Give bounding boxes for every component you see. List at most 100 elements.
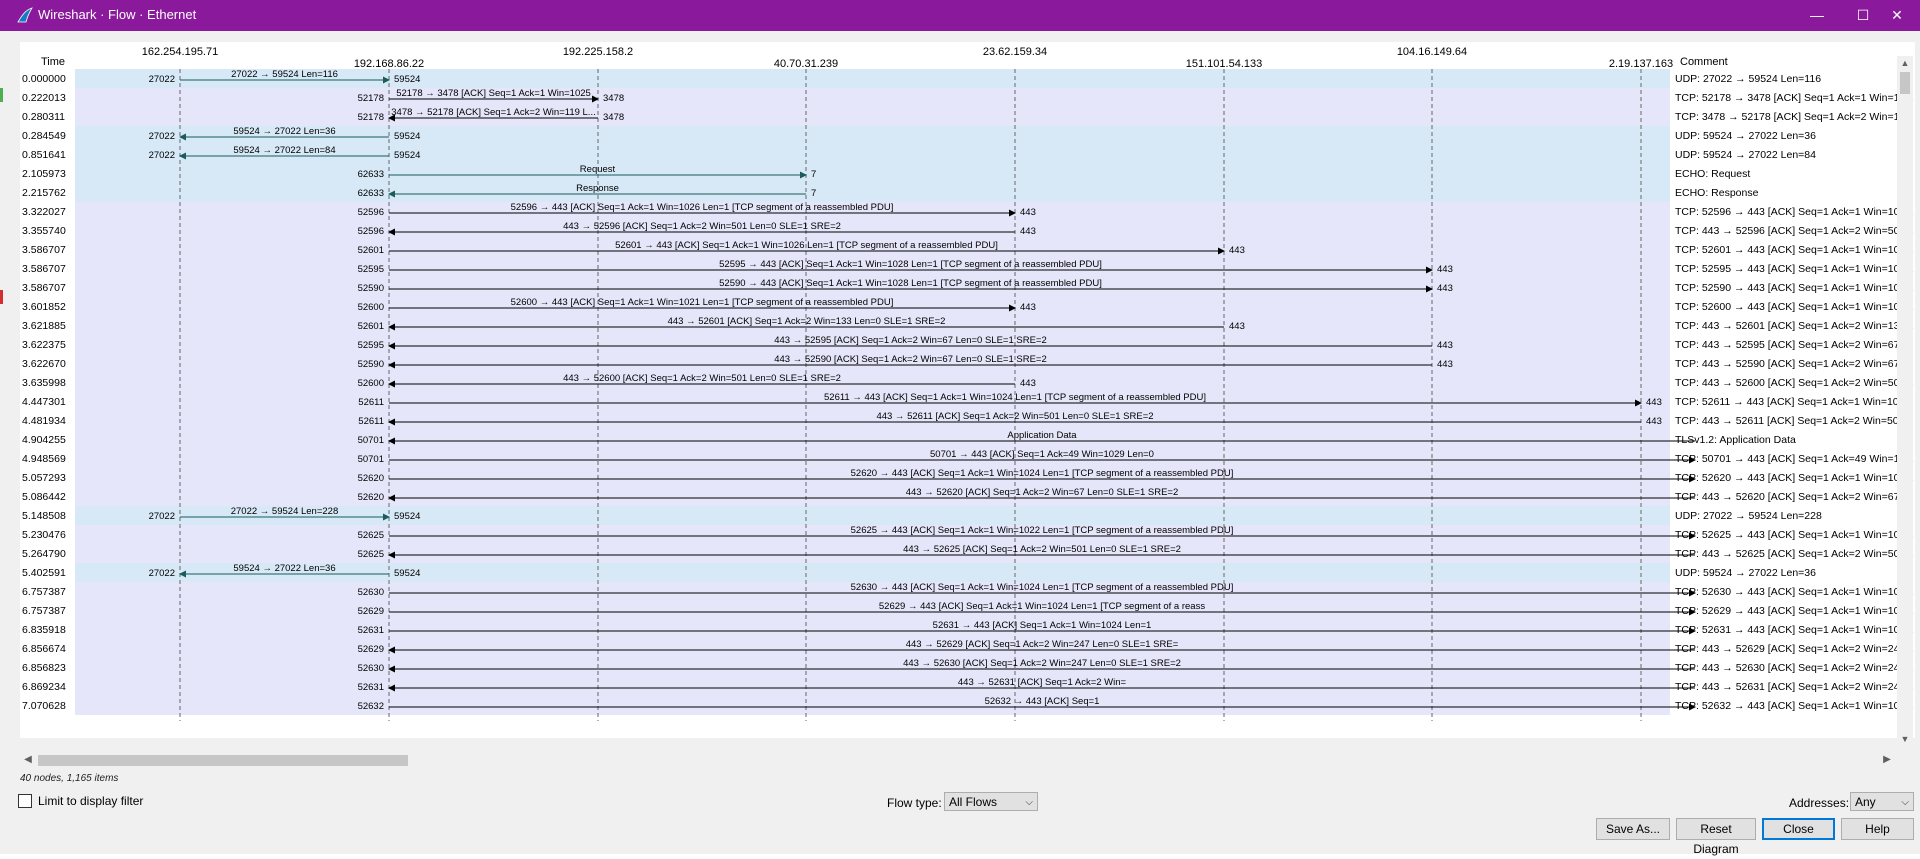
flow-row-bg[interactable] [75, 411, 1670, 430]
flow-comment: TCP: 50701 → 443 [ACK] Seq=1 Ack=49 Win=… [1675, 453, 1914, 465]
flow-row-bg[interactable] [75, 88, 1670, 107]
flow-comment: UDP: 27022 → 59524 Len=116 [1675, 73, 1821, 85]
flow-comment: TCP: 443 → 52630 [ACK] Seq=1 Ack=2 Win=2… [1675, 662, 1914, 674]
flow-right-port: 443 [1437, 283, 1453, 294]
help-button[interactable]: Help [1841, 818, 1914, 840]
flow-graph-canvas[interactable]: Time Comment 162.254.195.71 192.168.86.22 19… [20, 42, 1915, 738]
close-window-button[interactable]: ✕ [1874, 0, 1920, 31]
flow-comment: TCP: 443 → 52600 [ACK] Seq=1 Ack=2 Win=5… [1675, 377, 1914, 389]
flow-comment: TCP: 52611 → 443 [ACK] Seq=1 Ack=1 Win=1… [1675, 396, 1913, 408]
flow-row-bg[interactable] [75, 677, 1670, 696]
horizontal-scrollbar[interactable]: ◀ ▶ [20, 752, 1895, 768]
flow-comment: TCP: 443 → 52631 [ACK] Seq=1 Ack=2 Win=2… [1675, 681, 1914, 693]
flow-left-port: 27022 [149, 74, 175, 85]
flow-left-port: 27022 [149, 568, 175, 579]
flow-row-bg[interactable] [75, 639, 1670, 658]
flow-comment: TCP: 52629 → 443 [ACK] Seq=1 Ack=1 Win=1… [1675, 605, 1914, 617]
flow-diagram[interactable]: Time Comment 162.254.195.71 192.168.86.22 19… [20, 42, 1915, 738]
flow-right-port: 7 [811, 169, 816, 180]
flow-time: 4.481934 [22, 415, 66, 427]
close-button[interactable]: Close [1762, 818, 1835, 840]
addresses-value: Any [1855, 795, 1876, 809]
flow-row-bg[interactable] [75, 430, 1670, 449]
flow-time: 3.601852 [22, 301, 66, 313]
node-address-label: 151.101.54.133 [1186, 58, 1262, 70]
flow-time: 5.148508 [22, 510, 66, 522]
save-as-button[interactable]: Save As... [1596, 818, 1670, 840]
limit-to-display-filter[interactable]: Limit to display filter [18, 794, 143, 808]
horizontal-scroll-thumb[interactable] [38, 755, 408, 766]
flow-left-port: 27022 [149, 150, 175, 161]
reset-diagram-button[interactable]: Reset Diagram [1676, 818, 1756, 856]
flow-left-port: 52620 [358, 473, 384, 484]
flow-label: 52611 → 443 [ACK] Seq=1 Ack=1 Win=1024 L… [824, 392, 1206, 403]
wireshark-fin-icon [17, 7, 33, 23]
flow-comment: TCP: 52600 → 443 [ACK] Seq=1 Ack=1 Win=1… [1675, 301, 1914, 313]
flow-comment: TCP: 443 → 52611 [ACK] Seq=1 Ack=2 Win=5… [1675, 415, 1913, 427]
flow-right-port: 59524 [394, 511, 420, 522]
flow-row-bg[interactable] [75, 107, 1670, 126]
scroll-left-arrow-icon[interactable]: ◀ [20, 752, 36, 768]
flow-comment: UDP: 59524 → 27022 Len=36 [1675, 567, 1816, 579]
flow-left-port: 62633 [358, 188, 384, 199]
flow-time: 4.904255 [22, 434, 66, 446]
flow-left-port: 52600 [358, 302, 384, 313]
flow-label: 443 → 52600 [ACK] Seq=1 Ack=2 Win=501 Le… [563, 373, 841, 384]
scroll-down-arrow-icon[interactable]: ▼ [1897, 732, 1913, 746]
flow-time: 3.621885 [22, 320, 66, 332]
node-address-label: 104.16.149.64 [1397, 46, 1467, 58]
flow-row-bg[interactable] [75, 449, 1670, 468]
flow-row-bg[interactable] [75, 487, 1670, 506]
node-address-label: 40.70.31.239 [774, 58, 838, 70]
flow-row-bg[interactable] [75, 601, 1670, 620]
scroll-right-arrow-icon[interactable]: ▶ [1879, 752, 1895, 768]
flow-comment: UDP: 59524 → 27022 Len=84 [1675, 149, 1816, 161]
minimize-button[interactable]: — [1794, 0, 1840, 31]
flow-row-bg[interactable] [75, 696, 1670, 715]
flow-type-select[interactable]: All Flows ⌵ [944, 792, 1038, 811]
flow-label: 59524 → 27022 Len=36 [233, 563, 335, 574]
flow-label: 52601 → 443 [ACK] Seq=1 Ack=1 Win=1026 L… [615, 240, 998, 251]
background-window-edge [0, 290, 3, 304]
flow-row-bg[interactable] [75, 373, 1670, 392]
chevron-down-icon: ⌵ [1025, 797, 1033, 808]
vertical-scrollbar[interactable]: ▲ ▼ [1897, 56, 1913, 746]
flow-right-port: 443 [1437, 359, 1453, 370]
flow-row-bg[interactable] [75, 221, 1670, 240]
flow-comment: TCP: 443 → 52595 [ACK] Seq=1 Ack=2 Win=6… [1675, 339, 1911, 351]
flow-row-bg[interactable] [75, 544, 1670, 563]
flow-right-port: 443 [1646, 397, 1662, 408]
flow-label: 443 → 52596 [ACK] Seq=1 Ack=2 Win=501 Le… [563, 221, 841, 232]
flow-right-port: 443 [1020, 207, 1036, 218]
flow-time: 3.635998 [22, 377, 66, 389]
flow-time: 5.057293 [22, 472, 66, 484]
vertical-scroll-thumb[interactable] [1900, 72, 1910, 94]
flow-row-bg[interactable] [75, 658, 1670, 677]
addresses-select[interactable]: Any ⌵ [1850, 792, 1914, 811]
flow-comment: TCP: 443 → 52590 [ACK] Seq=1 Ack=2 Win=6… [1675, 358, 1911, 370]
flow-left-port: 50701 [358, 435, 384, 446]
flow-row-bg[interactable] [75, 164, 1670, 183]
flow-label: 52600 → 443 [ACK] Seq=1 Ack=1 Win=1021 L… [511, 297, 894, 308]
flow-comment: TCP: 52601 → 443 [ACK] Seq=1 Ack=1 Win=1… [1675, 244, 1914, 256]
flow-row-bg[interactable] [75, 183, 1670, 202]
flow-left-port: 52631 [358, 625, 384, 636]
flow-label: 59524 → 27022 Len=36 [233, 126, 335, 137]
flow-left-port: 50701 [358, 454, 384, 465]
flow-left-port: 52595 [358, 264, 384, 275]
flow-right-port: 59524 [394, 568, 420, 579]
flow-left-port: 52630 [358, 587, 384, 598]
flow-time: 7.070628 [22, 700, 66, 712]
flow-left-port: 52632 [358, 701, 384, 712]
flow-row-bg[interactable] [75, 620, 1670, 639]
limit-filter-checkbox[interactable] [18, 794, 32, 808]
flow-comment: TCP: 52631 → 443 [ACK] Seq=1 Ack=1 Win=1… [1675, 624, 1914, 636]
flow-left-port: 52600 [358, 378, 384, 389]
flow-label: 50701 → 443 [ACK] Seq=1 Ack=49 Win=1029 … [930, 449, 1154, 460]
flow-time: 6.835918 [22, 624, 66, 636]
scroll-up-arrow-icon[interactable]: ▲ [1897, 56, 1913, 70]
flow-type-value: All Flows [949, 795, 998, 809]
flow-time: 0.000000 [22, 73, 66, 85]
flow-left-port: 52595 [358, 340, 384, 351]
flow-right-port: 443 [1437, 340, 1453, 351]
